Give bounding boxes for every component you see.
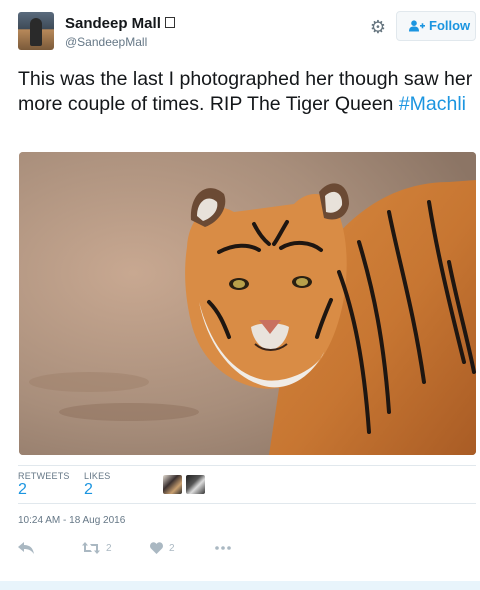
divider-bottom: [18, 503, 476, 504]
glyph-box-icon: [164, 17, 175, 28]
likes-label[interactable]: LIKES: [84, 471, 111, 481]
reply-button[interactable]: [18, 540, 34, 558]
author-handle[interactable]: @SandeepMall: [65, 35, 147, 49]
gear-icon[interactable]: ⚙: [368, 17, 388, 37]
tweet-header: Sandeep Mall @SandeepMall ⚙ Follow: [0, 0, 480, 60]
tiger-photo: [19, 152, 476, 455]
liker-avatar-1[interactable]: [163, 475, 182, 494]
liker-avatar-2[interactable]: [186, 475, 205, 494]
author-name-text[interactable]: Sandeep Mall: [65, 15, 161, 32]
follow-button[interactable]: Follow: [396, 11, 476, 41]
tweet-photo[interactable]: [19, 152, 476, 455]
retweet-icon: [82, 542, 100, 555]
tweet-text: This was the last I photographed her tho…: [18, 67, 473, 117]
author-name[interactable]: Sandeep Mall: [65, 15, 175, 32]
retweets-count[interactable]: 2: [18, 481, 27, 499]
like-count: 2: [169, 543, 175, 554]
divider-top: [18, 465, 476, 466]
retweets-label[interactable]: RETWEETS: [18, 471, 70, 481]
follow-button-label: Follow: [429, 18, 471, 33]
likes-count[interactable]: 2: [84, 481, 93, 499]
more-button[interactable]: [215, 540, 231, 558]
retweet-count: 2: [106, 543, 112, 554]
author-avatar[interactable]: [18, 12, 54, 50]
retweet-button[interactable]: 2: [82, 540, 112, 558]
more-icon: [215, 546, 231, 551]
tweet-timestamp[interactable]: 10:24 AM - 18 Aug 2016: [18, 515, 125, 526]
footer-bar: [0, 581, 480, 590]
heart-icon: [150, 542, 163, 555]
reply-icon: [18, 542, 34, 555]
like-button[interactable]: 2: [150, 540, 175, 558]
add-user-icon: [409, 20, 425, 32]
hashtag-link[interactable]: #Machli: [399, 93, 466, 115]
